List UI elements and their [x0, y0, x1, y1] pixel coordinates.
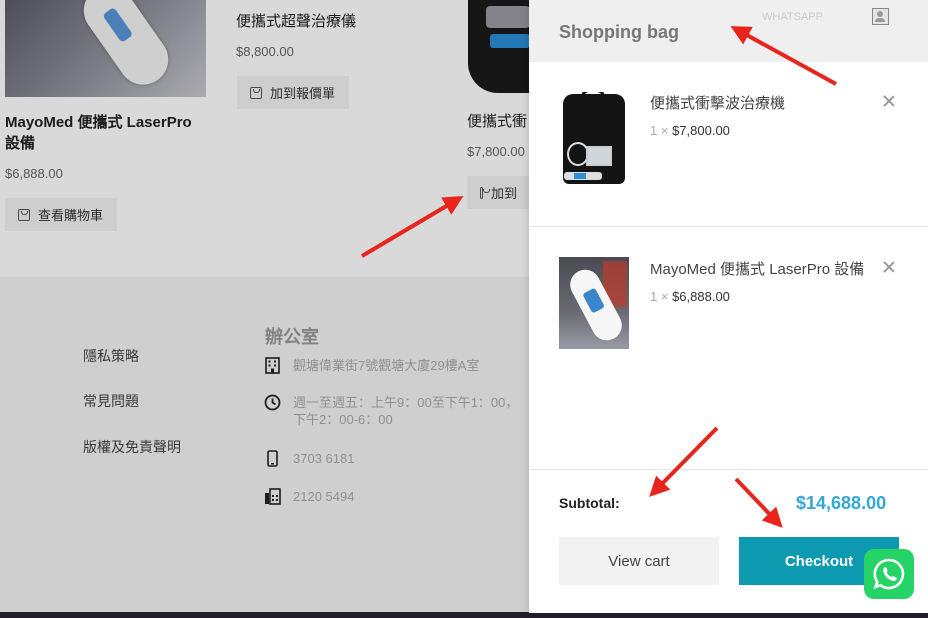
- drawer-title: Shopping bag: [559, 22, 679, 42]
- cart-item: 便攜式衝擊波治療機 1 × $7,800.00: [529, 62, 928, 227]
- subtotal-label: Subtotal:: [559, 495, 620, 511]
- remove-item-icon[interactable]: [882, 94, 896, 108]
- whatsapp-icon: [873, 558, 905, 590]
- cart-item-image[interactable]: [559, 92, 629, 186]
- cart-item-quantity: 1 × $6,888.00: [650, 289, 730, 304]
- view-cart-button[interactable]: View cart: [559, 537, 719, 585]
- cart-item: MayoMed 便攜式 LaserPro 設備 1 × $6,888.00: [529, 227, 928, 377]
- cart-item-name[interactable]: MayoMed 便攜式 LaserPro 設備: [650, 258, 864, 279]
- user-account-icon[interactable]: [872, 8, 889, 25]
- cart-item-quantity: 1 × $7,800.00: [650, 123, 730, 138]
- divider: [529, 469, 928, 470]
- cart-item-name[interactable]: 便攜式衝擊波治療機: [650, 92, 785, 113]
- cart-item-image[interactable]: [559, 257, 629, 349]
- remove-item-icon[interactable]: [882, 260, 896, 274]
- drawer-header: Shopping bag WHATSAPP: [529, 0, 928, 62]
- shopping-bag-drawer: Shopping bag WHATSAPP 便攜式衝擊波治療機 1 × $7,8…: [529, 0, 928, 613]
- subtotal-value: $14,688.00: [796, 493, 887, 513]
- header-ghost-text: WHATSAPP: [762, 11, 823, 23]
- whatsapp-chat-button[interactable]: [864, 549, 914, 599]
